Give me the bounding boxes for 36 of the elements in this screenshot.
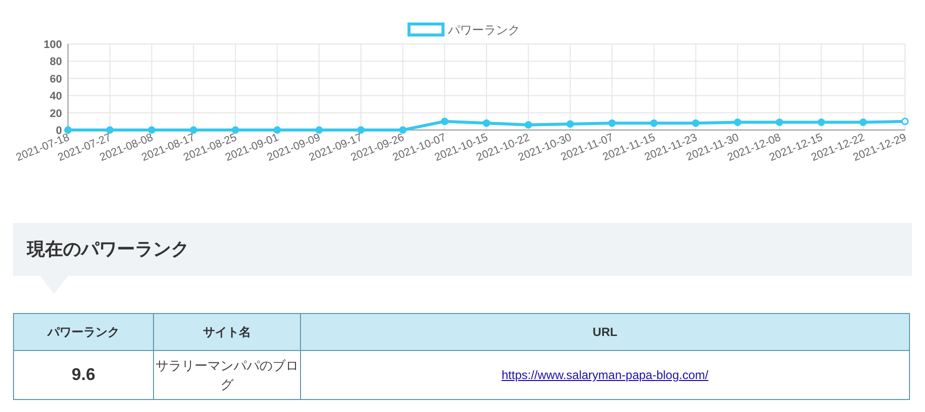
y-tick-label: 40 xyxy=(50,90,62,103)
legend-swatch[interactable] xyxy=(408,22,444,36)
data-point xyxy=(734,118,742,126)
data-point xyxy=(566,120,574,128)
y-tick-label: 20 xyxy=(50,108,62,120)
data-point xyxy=(608,119,616,127)
data-point xyxy=(399,126,407,134)
data-point xyxy=(106,126,114,134)
data-point xyxy=(274,126,281,134)
data-point xyxy=(148,126,156,134)
data-point xyxy=(440,118,448,126)
rank-cell: 9.6 xyxy=(14,350,154,400)
data-point xyxy=(357,126,365,134)
data-point xyxy=(232,126,240,134)
y-tick-label: 0 xyxy=(56,125,62,137)
data-point xyxy=(524,121,532,129)
data-point xyxy=(818,118,826,126)
data-point xyxy=(315,126,323,134)
column-header: URL xyxy=(300,314,910,350)
site-name-cell: サラリーマンパパのブログ xyxy=(154,350,300,400)
data-point xyxy=(190,126,198,134)
column-header: パワーランク xyxy=(14,314,154,350)
data-point xyxy=(64,126,72,134)
data-point xyxy=(482,119,490,127)
url-link[interactable]: https://www.salaryman-papa-blog.com/ xyxy=(502,368,708,382)
data-point xyxy=(901,118,909,126)
y-tick-label: 100 xyxy=(44,39,62,51)
data-point xyxy=(859,118,867,126)
data-point xyxy=(650,119,658,127)
section-heading: 現在のパワーランク xyxy=(27,238,189,261)
data-point xyxy=(692,119,700,127)
column-header: サイト名 xyxy=(154,314,300,350)
legend-label[interactable]: パワーランク xyxy=(448,23,520,37)
y-tick-label: 80 xyxy=(50,56,62,68)
data-point xyxy=(776,118,784,126)
y-tick-label: 60 xyxy=(50,73,62,86)
